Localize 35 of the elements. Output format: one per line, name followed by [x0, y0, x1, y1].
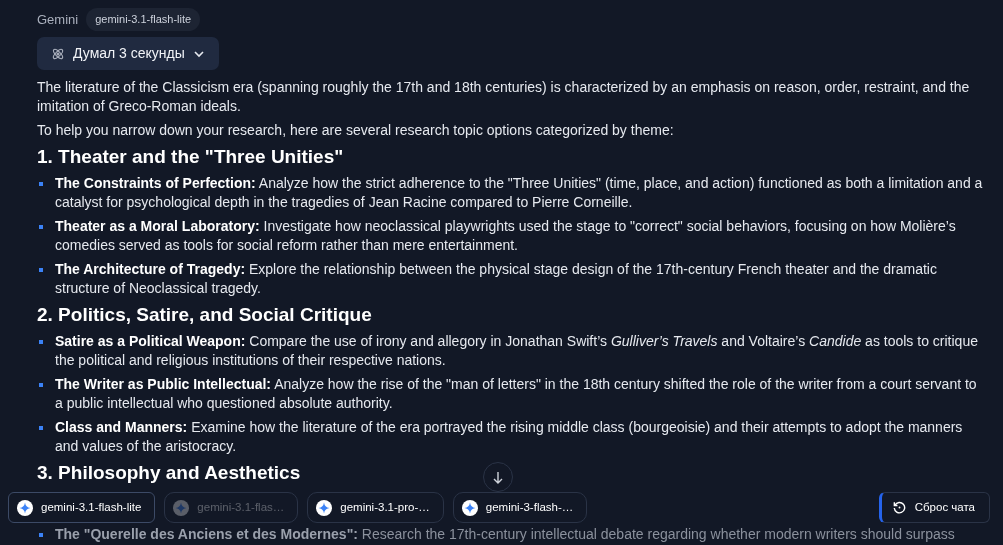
list-item-text: The Architecture of Tragedy: Explore the relationship between the physical stage design of the 17th-century French theater and the dramatic structure of Neoclassical tragedy.	[55, 260, 938, 298]
bullet-marker	[39, 225, 43, 229]
list-item-text: Class and Manners: Examine how the literature of the era portrayed the rising middle class (bourgeoisie) and their attempts to adopt the manners and values of the aristocracy.	[55, 418, 964, 456]
chevron-icon	[192, 49, 205, 58]
bullet-marker	[39, 182, 43, 186]
sparkle-icon	[316, 499, 333, 516]
thinking-toggle[interactable]: Думал 3 секунды	[37, 37, 219, 70]
list-item-text: The "Querelle des Anciens et des Modernes": Research the 17th-century intellectual debate regarding whether modern writers should surpass	[55, 527, 955, 542]
reset-chat-button[interactable]: Сброс чата	[878, 492, 990, 523]
atom-icon	[51, 46, 65, 61]
sparkle-icon	[173, 499, 190, 516]
bullet-marker	[39, 268, 43, 272]
paragraph: To help you narrow down your research, here are several research topic options categorized by theme:	[37, 121, 675, 140]
list-item-text: The Constraints of Perfection: Analyze how the strict adherence to the "Three Unities" (time, place, and action) functioned as both a limitation and a catalyst for psychological depth in the tragedies of Jean Racine compared to Pierre Corneille.	[55, 174, 983, 212]
scroll-down-button[interactable]	[483, 462, 513, 492]
model-chip[interactable]: gemini-3-flash-…	[452, 492, 588, 523]
section-heading: 2. Politics, Satire, and Social Critique	[37, 303, 372, 327]
list-item-text: Theater as a Moral Laboratory: Investigate how neoclassical playwrights used the stage to "correct" social behaviors, focusing on how Molière’s comedies served as tools for social reform rather than mere entertainment.	[55, 217, 957, 255]
model-chip[interactable]: gemini-3.1-pro-…	[307, 492, 444, 523]
list-item-text: The Writer as Public Intellectual: Analyze how the rise of the "man of letters" in the 18th century shifted the role of the writer from a court servant to a public intellectual who questioned absolute authority.	[55, 375, 978, 413]
model-chip[interactable]: gemini-3.1-flash-lite	[8, 492, 156, 523]
paragraph: The literature of the Classicism era (spanning roughly the 17th and 18th centuries) is characterized by an emphasis on reason, order, restraint, and the imitation of Greco-Roman ideals.	[37, 78, 971, 116]
bullet-marker	[39, 383, 43, 387]
list-item-text: Satire as a Political Weapon: Compare the use of irony and allegory in Jonathan Swift’s Gulliver’s Travels and Voltaire’s Candide as tools to critique the political and religious institutions of their respective nations.	[55, 332, 979, 370]
sparkle-icon	[461, 499, 478, 516]
section-heading: 3. Philosophy and Aesthetics	[37, 461, 301, 485]
reset-icon	[891, 500, 907, 515]
provider-name: Gemini	[37, 11, 79, 29]
bullet-marker	[39, 340, 43, 344]
section-heading: 1. Theater and the "Three Unities"	[37, 145, 344, 169]
bullet-marker	[39, 426, 43, 430]
bullet-marker	[39, 533, 43, 537]
arrow-down-icon	[493, 470, 503, 484]
model-badge: gemini-3.1-flash-lite	[86, 8, 201, 31]
sparkle-icon	[17, 499, 33, 516]
